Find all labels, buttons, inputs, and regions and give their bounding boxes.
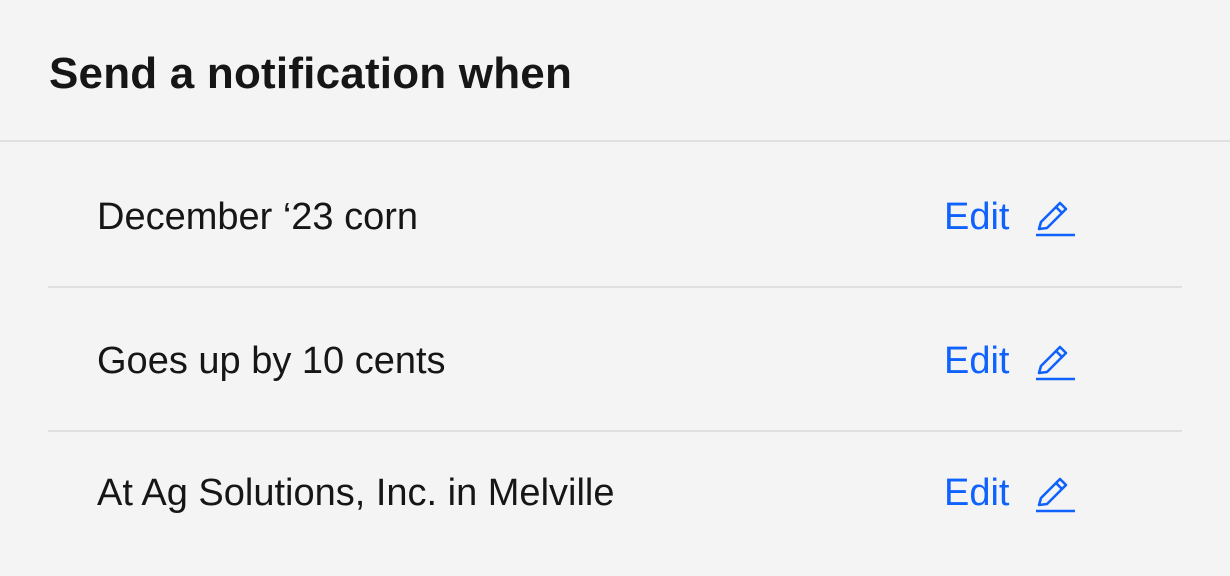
pencil-icon: [1033, 472, 1076, 514]
pencil-icon: [1033, 340, 1076, 382]
condition-row-price-change: Goes up by 10 cents Edit: [48, 288, 1182, 432]
condition-row-location: At Ag Solutions, Inc. in Melville Edit: [48, 432, 1182, 576]
edit-price-change-button[interactable]: Edit: [944, 337, 1076, 385]
panel-header: Send a notification when: [0, 0, 1230, 142]
panel-title: Send a notification when: [49, 49, 573, 98]
edit-contract-button[interactable]: Edit: [944, 193, 1076, 241]
notification-panel: Send a notification when December ‘23 co…: [0, 0, 1230, 576]
edit-location-button[interactable]: Edit: [944, 469, 1076, 517]
condition-label-location: At Ag Solutions, Inc. in Melville: [97, 472, 615, 514]
condition-label-contract: December ‘23 corn: [97, 196, 419, 238]
edit-label: Edit: [944, 340, 1010, 382]
pencil-icon: [1033, 196, 1076, 238]
condition-label-price-change: Goes up by 10 cents: [97, 340, 446, 382]
edit-label: Edit: [944, 472, 1010, 514]
edit-label: Edit: [944, 196, 1010, 238]
condition-row-contract: December ‘23 corn Edit: [48, 144, 1182, 288]
